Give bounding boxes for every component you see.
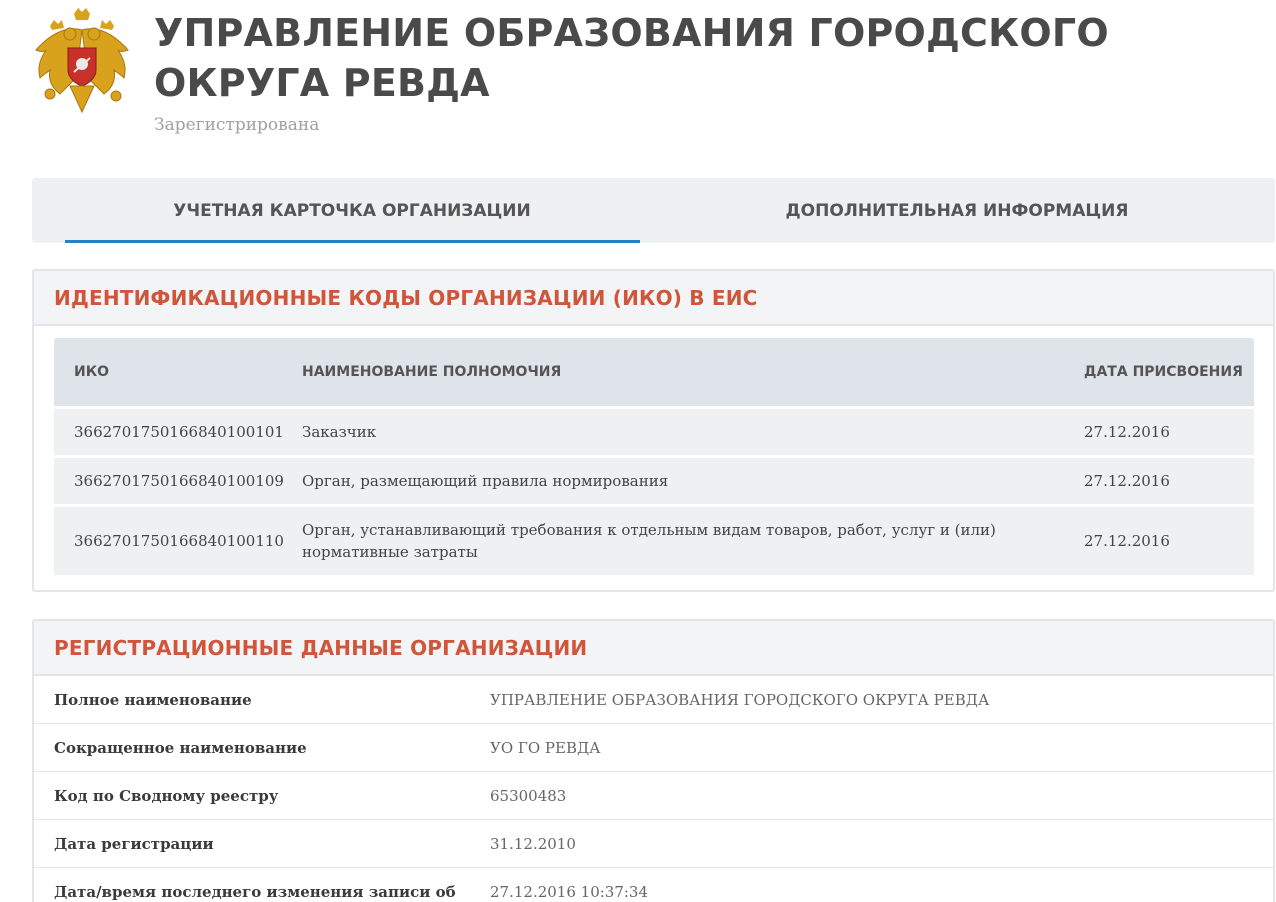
iko-panel: ИДЕНТИФИКАЦИОННЫЕ КОДЫ ОРГАНИЗАЦИИ (ИКО)… [32, 269, 1275, 592]
field-value: УПРАВЛЕНИЕ ОБРАЗОВАНИЯ ГОРОДСКОГО ОКРУГА… [490, 690, 990, 709]
status-badge: Зарегистрирована [154, 115, 320, 135]
field-value: 65300483 [490, 786, 567, 805]
assignment-date: 27.12.2016 [1084, 472, 1170, 490]
list-item: Полное наименование УПРАВЛЕНИЕ ОБРАЗОВАН… [34, 676, 1273, 724]
table-row: 3662701750166840100110 Орган, устанавлив… [54, 507, 1254, 575]
org-header: УПРАВЛЕНИЕ ОБРАЗОВАНИЯ ГОРОДСКОГО ОКРУГА… [0, 0, 1276, 150]
authority-name: Заказчик [302, 423, 377, 441]
list-item: Дата регистрации 31.12.2010 [34, 820, 1273, 868]
field-label: Дата регистрации [54, 834, 214, 853]
registration-panel-title: РЕГИСТРАЦИОННЫЕ ДАННЫЕ ОРГАНИЗАЦИИ [54, 635, 588, 660]
field-label: Полное наименование [54, 690, 252, 709]
field-label: Код по Сводному реестру [54, 786, 279, 805]
column-header-iko: ИКО [74, 364, 110, 380]
tab-bar: УЧЕТНАЯ КАРТОЧКА ОРГАНИЗАЦИИ ДОПОЛНИТЕЛЬ… [32, 178, 1275, 243]
iko-panel-title: ИДЕНТИФИКАЦИОННЫЕ КОДЫ ОРГАНИЗАЦИИ (ИКО)… [54, 285, 758, 310]
iko-table: ИКО НАИМЕНОВАНИЕ ПОЛНОМОЧИЯ ДАТА ПРИСВОЕ… [54, 338, 1254, 578]
page: УПРАВЛЕНИЕ ОБРАЗОВАНИЯ ГОРОДСКОГО ОКРУГА… [0, 0, 1276, 902]
field-value: УО ГО РЕВДА [490, 738, 601, 757]
registration-panel: РЕГИСТРАЦИОННЫЕ ДАННЫЕ ОРГАНИЗАЦИИ Полно… [32, 619, 1275, 902]
iko-panel-header: ИДЕНТИФИКАЦИОННЫЕ КОДЫ ОРГАНИЗАЦИИ (ИКО)… [34, 271, 1273, 326]
assignment-date: 27.12.2016 [1084, 532, 1170, 550]
list-item: Код по Сводному реестру 65300483 [34, 772, 1273, 820]
table-row: 3662701750166840100109 Орган, размещающи… [54, 458, 1254, 504]
list-item: Дата/время последнего изменения записи о… [34, 868, 1273, 902]
field-value: 27.12.2016 10:37:34 [490, 882, 649, 901]
table-row: 3662701750166840100101 Заказчик 27.12.20… [54, 409, 1254, 455]
active-tab-indicator [65, 240, 640, 243]
russian-coat-of-arms-icon [30, 8, 134, 120]
tab-additional-info[interactable]: ДОПОЛНИТЕЛЬНАЯ ИНФОРМАЦИЯ [672, 178, 1242, 243]
authority-name: Орган, размещающий правила нормирования [302, 472, 669, 490]
iko-code: 3662701750166840100101 [74, 423, 284, 441]
assignment-date: 27.12.2016 [1084, 423, 1170, 441]
list-item: Сокращенное наименование УО ГО РЕВДА [34, 724, 1273, 772]
field-label: Дата/время последнего изменения записи о… [54, 882, 456, 901]
field-value: 31.12.2010 [490, 834, 576, 853]
registration-panel-header: РЕГИСТРАЦИОННЫЕ ДАННЫЕ ОРГАНИЗАЦИИ [34, 621, 1273, 676]
field-label: Сокращенное наименование [54, 738, 307, 757]
iko-code: 3662701750166840100109 [74, 472, 284, 490]
authority-name: Орган, устанавливающий требования к отде… [302, 521, 996, 561]
tab-account-card[interactable]: УЧЕТНАЯ КАРТОЧКА ОРГАНИЗАЦИИ [64, 178, 640, 243]
page-title: УПРАВЛЕНИЕ ОБРАЗОВАНИЯ ГОРОДСКОГО ОКРУГА… [154, 11, 1109, 105]
table-header-row: ИКО НАИМЕНОВАНИЕ ПОЛНОМОЧИЯ ДАТА ПРИСВОЕ… [54, 338, 1254, 406]
column-header-authority: НАИМЕНОВАНИЕ ПОЛНОМОЧИЯ [302, 364, 562, 380]
iko-code: 3662701750166840100110 [74, 532, 284, 550]
column-header-date: ДАТА ПРИСВОЕНИЯ [1084, 364, 1243, 380]
